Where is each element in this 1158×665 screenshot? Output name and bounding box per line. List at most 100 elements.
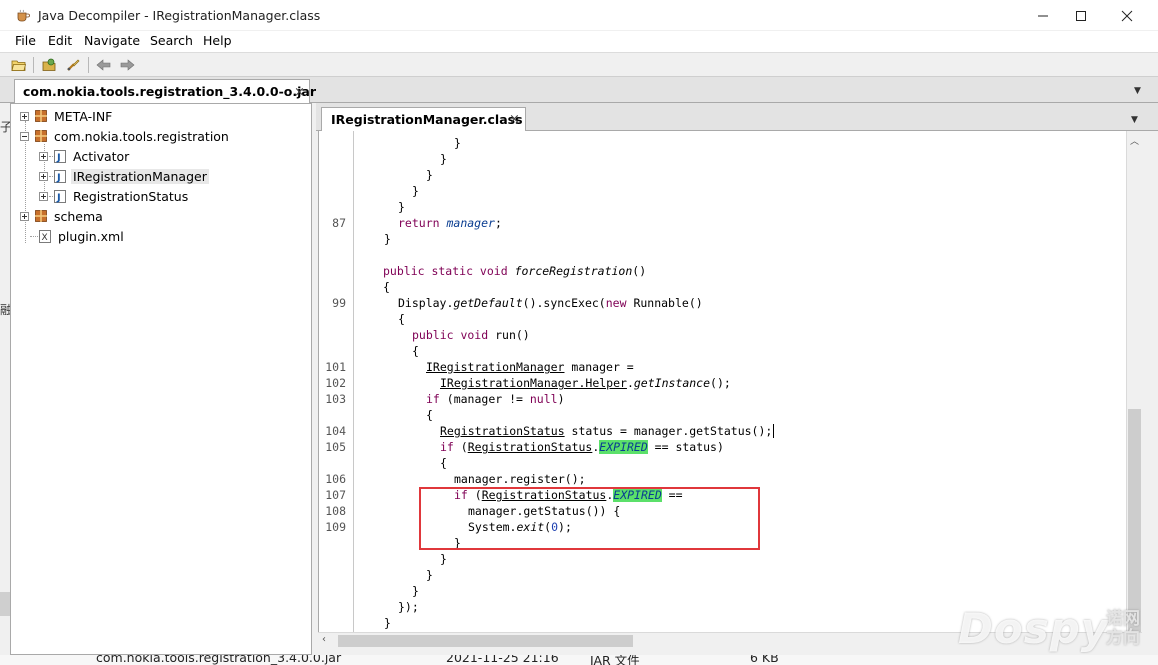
svg-text:J: J — [56, 153, 61, 164]
code-line: } — [454, 136, 461, 150]
collapse-icon[interactable] — [20, 131, 29, 141]
line-number: 99 — [332, 296, 346, 310]
line-number: 107 — [325, 488, 346, 502]
package-icon — [35, 210, 47, 222]
arrow-right-icon — [120, 59, 135, 71]
java-class-icon: J — [54, 150, 66, 164]
tree-node-label: IRegistrationManager — [71, 168, 209, 184]
line-number: 109 — [325, 520, 346, 534]
code-line: Display.getDefault().syncExec(new Runnab… — [398, 296, 703, 310]
scroll-left-icon[interactable]: ‹ — [322, 634, 326, 645]
code-line: if (RegistrationStatus.EXPIRED == status… — [440, 440, 724, 454]
title-bar: Java Decompiler - IRegistrationManager.c… — [0, 0, 1158, 31]
scroll-up-icon[interactable]: ︿ — [1130, 134, 1139, 147]
minimize-icon — [1038, 15, 1048, 16]
archive-tab-close-icon[interactable]: × — [294, 85, 305, 100]
svg-text:X: X — [42, 233, 48, 243]
code-line: } — [440, 152, 447, 166]
code-line: IRegistrationManager manager = — [426, 360, 634, 374]
close-button[interactable] — [1104, 0, 1150, 31]
tree-node-label: com.nokia.tools.registration — [54, 128, 229, 144]
line-number: 105 — [325, 440, 346, 454]
maximize-icon — [1076, 10, 1086, 21]
code-line: } — [440, 552, 447, 566]
tree-node-label: Activator — [73, 148, 130, 164]
open-type-icon — [42, 58, 56, 71]
tree-node-package[interactable]: com.nokia.tools.registration — [20, 127, 231, 145]
code-line: IRegistrationManager.Helper.getInstance(… — [440, 376, 731, 390]
horizontal-scroll-thumb[interactable] — [338, 635, 633, 647]
code-editor[interactable]: 87 99 101 102 103 104 105 106 107 108 10… — [318, 131, 1126, 632]
line-number: 103 — [325, 392, 346, 406]
menu-bar: File Edit Navigate Search Help — [0, 31, 1158, 52]
expand-icon[interactable] — [39, 191, 48, 201]
editor-tab[interactable]: IRegistrationManager.class × — [321, 107, 526, 131]
line-number: 104 — [325, 424, 346, 438]
expand-icon[interactable] — [20, 211, 29, 221]
background-file-date: 2021-11-25 21:16 — [446, 655, 559, 665]
tree-node-iregistrationmanager[interactable]: J IRegistrationManager — [39, 167, 209, 185]
code-line: } — [412, 584, 419, 598]
tree-node-registrationstatus[interactable]: J RegistrationStatus — [39, 187, 190, 205]
code-line: } — [384, 616, 391, 630]
background-bar — [0, 592, 10, 616]
java-class-icon: J — [54, 190, 66, 204]
open-type-button[interactable] — [40, 56, 58, 74]
forward-button[interactable] — [118, 56, 136, 74]
vertical-scroll-thumb[interactable] — [1128, 409, 1141, 632]
archive-tab-bar: com.nokia.tools.registration_3.4.0.0-o.j… — [0, 76, 1158, 104]
package-tree: META-INF com.nokia.tools.registration J … — [10, 103, 312, 655]
tree-node-schema[interactable]: schema — [20, 207, 105, 225]
annotation-highlight-box — [419, 487, 760, 550]
tree-node-label: plugin.xml — [58, 228, 124, 244]
archive-tabs-dropdown-icon[interactable]: ▼ — [1134, 86, 1141, 96]
watermark-cn: 诺网方向 — [1106, 609, 1140, 648]
back-button[interactable] — [95, 56, 113, 74]
menu-search[interactable]: Search — [150, 33, 193, 48]
svg-text:J: J — [56, 193, 61, 204]
line-number: 106 — [325, 472, 346, 486]
tree-node-plugin-xml[interactable]: X plugin.xml — [39, 227, 126, 245]
background-file-row: com.nokia.tools.registration_3.4.0.0.jar… — [0, 655, 1158, 665]
code-line: { — [426, 408, 433, 422]
code-line: { — [412, 344, 419, 358]
code-line: } — [426, 168, 433, 182]
tree-node-label: schema — [54, 208, 103, 224]
code-line: if (manager != null) — [426, 392, 565, 406]
editor-tab-close-icon[interactable]: × — [509, 112, 520, 127]
archive-tab[interactable]: com.nokia.tools.registration_3.4.0.0-o.j… — [14, 79, 316, 104]
editor-tab-label: IRegistrationManager.class — [331, 112, 523, 127]
background-strip: 子 融 — [0, 103, 12, 665]
code-line: } — [412, 184, 419, 198]
expand-icon[interactable] — [20, 111, 29, 121]
menu-file[interactable]: File — [15, 33, 36, 48]
editor-tab-bar: IRegistrationManager.class × ▼ — [316, 103, 1158, 131]
menu-navigate[interactable]: Navigate — [84, 33, 140, 48]
background-file-type: JAR 文件 — [590, 655, 640, 665]
expand-icon[interactable] — [39, 171, 48, 181]
package-icon — [35, 130, 47, 142]
tree-node-activator[interactable]: J Activator — [39, 147, 131, 165]
vertical-scrollbar[interactable]: ︿ — [1126, 131, 1142, 632]
search-button[interactable] — [64, 56, 82, 74]
tree-node-meta-inf[interactable]: META-INF — [20, 107, 114, 125]
maximize-button[interactable] — [1058, 0, 1104, 31]
editor-tabs-dropdown-icon[interactable]: ▼ — [1131, 115, 1138, 125]
watermark-logo: Dospy — [958, 604, 1110, 653]
toolbar — [0, 52, 1158, 76]
line-number: 87 — [332, 216, 346, 230]
close-icon — [1121, 10, 1133, 21]
line-number-gutter: 87 99 101 102 103 104 105 106 107 108 10… — [319, 131, 354, 632]
menu-help[interactable]: Help — [203, 33, 232, 48]
svg-text:J: J — [56, 173, 61, 184]
expand-icon[interactable] — [39, 151, 48, 161]
menu-edit[interactable]: Edit — [48, 33, 72, 48]
archive-tab-label: com.nokia.tools.registration_3.4.0.0-o.j… — [23, 84, 316, 99]
background-file-name: com.nokia.tools.registration_3.4.0.0.jar — [96, 655, 342, 665]
line-number: 108 — [325, 504, 346, 518]
background-file-size: 6 KB — [750, 655, 779, 665]
code-line: { — [440, 456, 447, 470]
code-line: }); — [398, 600, 419, 614]
window-title: Java Decompiler - IRegistrationManager.c… — [38, 8, 321, 23]
open-file-button[interactable] — [10, 56, 28, 74]
